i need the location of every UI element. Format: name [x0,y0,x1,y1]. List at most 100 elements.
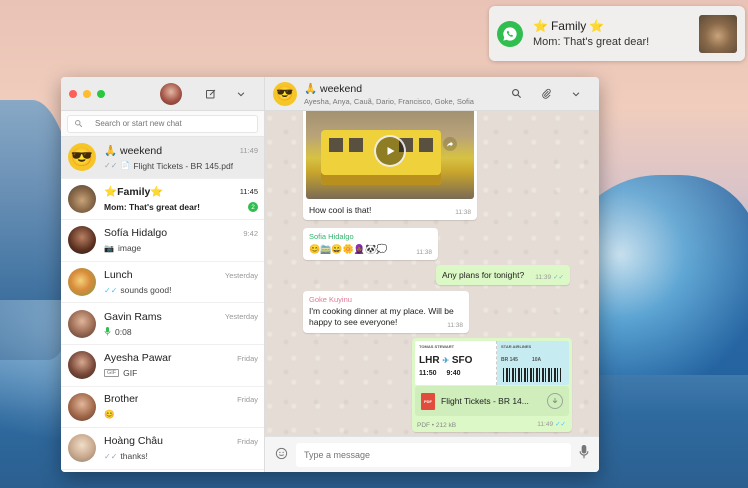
sunglasses-emoji-avatar: 😎 [68,143,96,172]
profile-avatar[interactable] [160,82,182,105]
file-message[interactable]: TOMAS STEWART LHR ✈ SFO 11:50 9:40 STAR A… [412,338,572,432]
chat-last-message: 0:08 [115,326,132,337]
chat-item-lunch[interactable]: Lunch Yesterday ✓✓ sounds good! [61,262,264,304]
hoang-avatar [68,434,96,463]
chat-item-ayesha-pawar[interactable]: Ayesha Pawar Friday GIF GIF [61,345,264,387]
sofia-avatar [68,226,96,255]
message-input[interactable] [296,442,571,467]
zoom-window-button[interactable] [97,89,105,98]
chat-name: Ayesha Pawar [104,352,172,365]
brother-avatar [68,392,96,421]
file-name: Flight Tickets - BR 14... [441,396,529,406]
message-text: Any plans for tonight? [442,270,525,280]
window-controls [69,89,105,98]
chat-last-message: image [117,243,142,254]
video-message[interactable]: How cool is that! 11:38 [303,111,477,220]
ticket-flight-seat: BR 145 10A [501,357,542,363]
chat-item-brother[interactable]: Brother Friday 😊 [61,387,264,429]
chat-item-hoang-chau[interactable]: Hoàng Châu Friday ✓✓ thanks! [61,428,264,470]
outgoing-message[interactable]: Any plans for tonight? 11:39 ✓✓ [436,265,570,285]
sunglasses-emoji-avatar: 😎 [273,81,297,106]
pdf-icon: PDF [421,392,435,410]
emoji-icon[interactable] [275,447,288,463]
read-ticks-icon: ✓✓ [104,285,118,295]
video-thumbnail[interactable] [306,111,474,199]
forward-icon[interactable] [443,137,457,151]
message-time: 11:39 ✓✓ [535,274,564,281]
play-icon[interactable] [374,135,406,167]
gavin-avatar [68,309,96,338]
ayesha-avatar [68,351,96,380]
incoming-message[interactable]: Goke Kuyinu I'm cooking dinner at my pla… [303,291,469,333]
chat-time: Yesterday [224,270,258,280]
chat-time: 11:49 [239,145,258,155]
new-chat-icon[interactable] [203,86,219,102]
chat-name: Gavin Rams [104,310,162,323]
notification-title: ⭐ Family ⭐ [533,19,699,33]
star-icon: ⭐ [589,19,605,33]
document-icon: 📄 [120,161,131,171]
chat-name: Sofía Hidalgo [104,227,168,240]
read-ticks-icon: ✓✓ [555,421,566,428]
chat-name: Lunch [104,269,133,282]
chat-item-family[interactable]: ⭐Family⭐ 11:45 Mom: That's great dear! 2 [61,179,264,221]
microphone-icon[interactable] [579,445,589,464]
file-meta: PDF • 212 kB [417,422,457,429]
conversation-title-text: weekend [320,82,363,95]
chat-item-weekend[interactable]: 😎 🙏 weekend 11:49 ✓✓ 📄 Flight Tickets - … [61,137,264,179]
file-attachment[interactable]: PDF Flight Tickets - BR 14... [415,386,569,416]
conversation-header[interactable]: 😎 🙏 weekend Ayesha, Anya, Cauã, Dario, F… [265,77,599,111]
ticket-route: LHR ✈ SFO [419,355,473,366]
message-area[interactable]: How cool is that! 11:38 Sofia Hidalgo 😊🚞… [265,111,599,436]
message-time: 11:38 [455,209,471,216]
minimize-window-button[interactable] [83,89,91,98]
conversation-title: 🙏 weekend [304,82,474,95]
notification-title-text: Family [550,19,587,33]
read-ticks-icon: ✓✓ [104,451,118,461]
chat-list: 😎 🙏 weekend 11:49 ✓✓ 📄 Flight Tickets - … [61,137,264,472]
read-ticks-icon: ✓✓ [104,161,118,171]
paperclip-icon[interactable] [538,86,554,102]
close-window-button[interactable] [69,89,77,98]
read-ticks-icon: ✓✓ [553,274,564,281]
star-icon: ⭐ [150,186,164,199]
chat-last-message: 😊 [104,409,115,420]
notification-body: Mom: That's great dear! [533,36,650,48]
conversation-pane: 😎 🙏 weekend Ayesha, Anya, Cauã, Dario, F… [265,77,599,472]
chat-last-message: Flight Tickets - BR 145.pdf [133,160,234,171]
message-text: I'm cooking dinner at my place. Will be … [309,306,454,328]
ticket-airline: STAR AIRLINES [501,344,532,349]
camera-icon: 📷 [104,243,114,253]
chat-last-message: sounds good! [120,285,172,296]
chat-name-text: weekend [120,144,163,157]
search-input[interactable] [95,119,245,128]
chat-time: Friday [237,436,258,446]
chevron-down-icon[interactable] [568,86,584,102]
pray-icon: 🙏 [304,82,318,95]
sidebar: 😎 🙏 weekend 11:49 ✓✓ 📄 Flight Tickets - … [61,77,265,472]
chat-time: 11:45 [239,187,258,197]
search-icon[interactable] [508,86,524,102]
message-time: 11:38 [447,322,463,329]
chevron-down-icon[interactable] [233,86,249,102]
search-bar [61,111,264,137]
chat-name: Brother [104,393,139,406]
chat-last-message: thanks! [120,451,148,462]
chat-item-sofia-hidalgo[interactable]: Sofía Hidalgo 9:42 📷 image [61,220,264,262]
chat-item-gavin-rams[interactable]: Gavin Rams Yesterday 0:08 [61,303,264,345]
sidebar-header [61,77,264,111]
unread-badge: 2 [248,202,258,213]
star-icon: ⭐ [104,186,118,199]
download-icon[interactable] [547,393,563,409]
message-text: 😊🚞😄🌼🧕🏾🐼💭 [309,244,388,254]
notification-banner[interactable]: ⭐ Family ⭐ Mom: That's great dear! [489,6,745,61]
conversation-participants: Ayesha, Anya, Cauã, Dario, Francisco, Go… [304,96,474,106]
search-box [67,114,258,133]
microphone-icon [104,327,111,336]
chat-last-message: Mom: That's great dear! [104,202,201,213]
chat-last-message: GIF [123,368,138,379]
boarding-pass-preview[interactable]: TOMAS STEWART LHR ✈ SFO 11:50 9:40 STAR A… [415,341,569,385]
incoming-message[interactable]: Sofia Hidalgo 😊🚞😄🌼🧕🏾🐼💭 11:38 [303,228,438,260]
chat-time: 9:42 [243,228,258,238]
gif-icon: GIF [104,369,120,378]
